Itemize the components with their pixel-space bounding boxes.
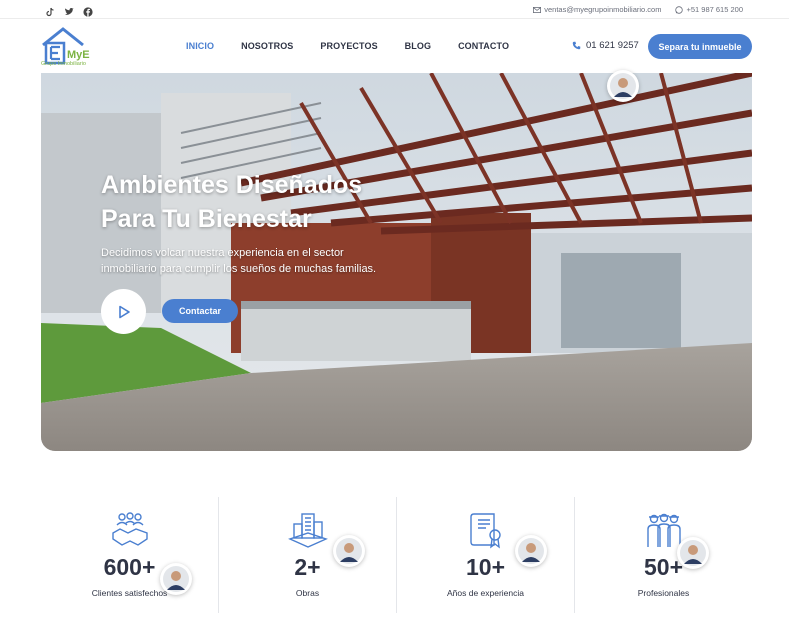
stat-label: Clientes satisfechos: [91, 588, 168, 598]
agent-avatar[interactable]: [607, 70, 639, 102]
agent-avatar[interactable]: [515, 535, 547, 567]
social-links: [45, 4, 93, 17]
stat-label: Profesionales: [637, 588, 690, 598]
handshake-icon: [110, 511, 150, 549]
twitter-icon[interactable]: [64, 4, 74, 15]
stats-section: 600+ Clientes satisfechos 2+ Obras 10+ A…: [41, 497, 752, 613]
nav-item-nosotros[interactable]: NOSOTROS: [241, 41, 293, 51]
hero-subtitle: Decidimos volcar nuestra experiencia en …: [101, 247, 377, 275]
nav-item-blog[interactable]: BLOG: [405, 41, 431, 51]
tiktok-icon[interactable]: [45, 4, 55, 17]
play-video-button[interactable]: [101, 289, 146, 334]
certificate-icon: [466, 511, 506, 549]
phone-icon: [572, 41, 581, 50]
agent-avatar[interactable]: [160, 563, 192, 595]
contactar-button[interactable]: Contactar: [162, 299, 238, 323]
buildings-icon: [287, 511, 328, 549]
stat-value: 2+: [294, 554, 321, 580]
nav-item-proyectos[interactable]: PROYECTOS: [320, 41, 377, 51]
email-text: ventas@myegrupoinmobiliario.com: [544, 5, 662, 14]
phone-number: 01 621 9257: [586, 40, 639, 51]
person-icon: [518, 538, 544, 564]
nav-item-inicio[interactable]: INICIO: [186, 41, 214, 51]
person-icon: [163, 566, 189, 592]
team-icon: [644, 511, 684, 549]
stat-clientes: 600+ Clientes satisfechos: [41, 497, 219, 613]
whatsapp-link[interactable]: +51 987 615 200: [675, 5, 743, 14]
stat-value: 10+: [465, 554, 505, 580]
stat-label: Obras: [295, 588, 320, 598]
site-header: MyE Grupo Inmobiliario INICIO NOSOTROS P…: [0, 19, 789, 74]
main-nav: INICIO NOSOTROS PROYECTOS BLOG CONTACTO: [186, 41, 509, 51]
agent-avatar[interactable]: [677, 537, 709, 569]
whatsapp-icon: [675, 5, 684, 14]
stat-value: 50+: [643, 554, 683, 580]
logo-subtitle: Grupo Inmobiliario: [41, 61, 86, 67]
top-contacts: ventas@myegrupoinmobiliario.com +51 987 …: [533, 5, 743, 14]
stat-obras: 2+ Obras: [219, 497, 397, 613]
person-icon: [336, 538, 362, 564]
agent-avatar[interactable]: [333, 535, 365, 567]
phone-link[interactable]: 01 621 9257: [572, 40, 639, 51]
stat-label: Años de experiencia: [446, 588, 525, 598]
stat-profesionales: 50+ Profesionales: [575, 497, 752, 613]
person-icon: [610, 73, 636, 99]
separa-inmueble-button[interactable]: Separa tu inmueble: [648, 34, 752, 59]
nav-item-contacto[interactable]: CONTACTO: [458, 41, 509, 51]
whatsapp-text: +51 987 615 200: [686, 5, 743, 14]
hero-title: Ambientes Diseñados Para Tu Bienestar: [101, 171, 363, 233]
mail-icon: [533, 6, 542, 13]
facebook-icon[interactable]: [83, 4, 93, 17]
logo-text: MyE: [67, 49, 90, 61]
stat-experiencia: 10+ Años de experiencia: [397, 497, 575, 613]
person-icon: [680, 540, 706, 566]
hero-banner: Ambientes Diseñados Para Tu Bienestar De…: [41, 73, 752, 451]
email-link[interactable]: ventas@myegrupoinmobiliario.com: [533, 5, 661, 14]
top-bar: ventas@myegrupoinmobiliario.com +51 987 …: [0, 0, 789, 19]
play-icon: [118, 305, 130, 318]
